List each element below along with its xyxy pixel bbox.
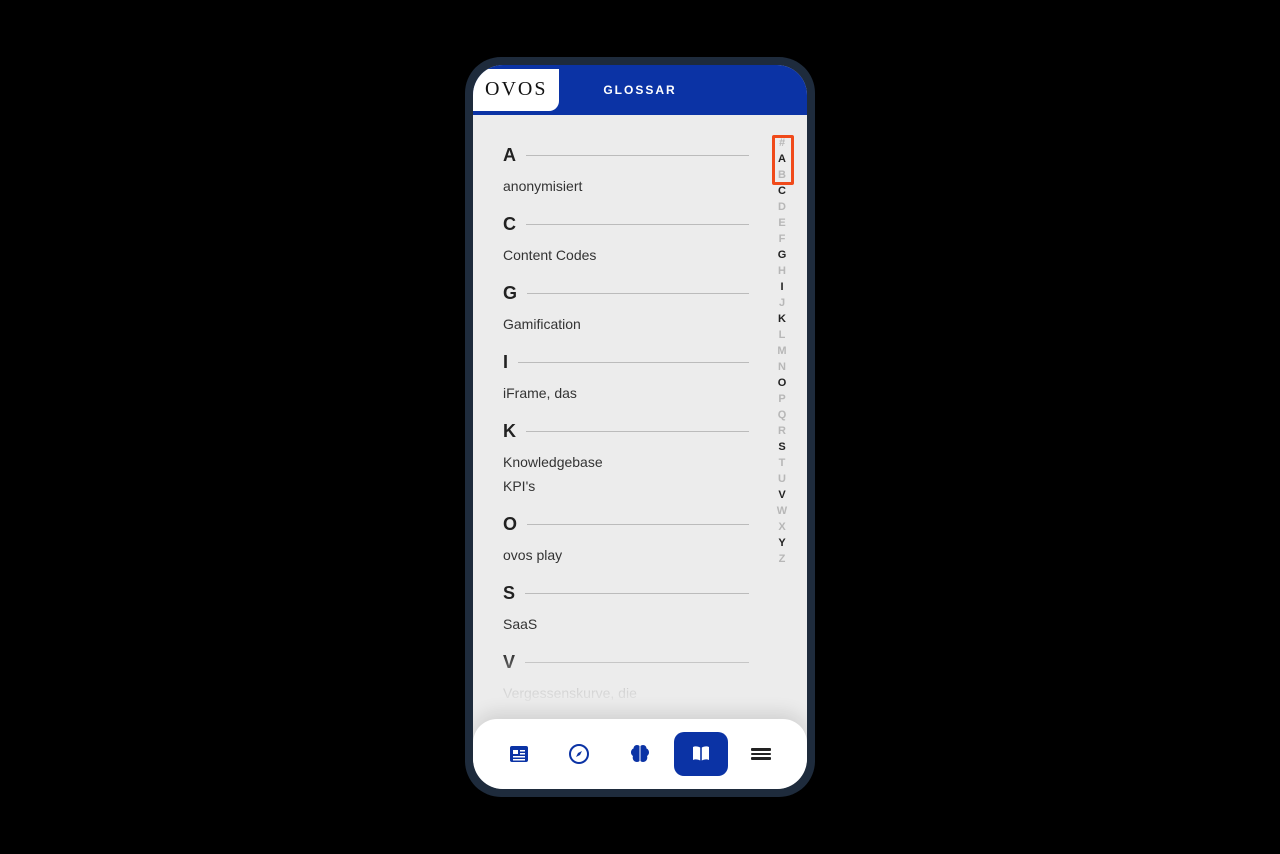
nav-book[interactable] [674, 732, 728, 776]
section-letter: I [503, 352, 508, 373]
bottom-nav [473, 719, 807, 789]
section-letter: A [503, 145, 516, 166]
alpha-Q[interactable]: Q [767, 407, 797, 423]
alpha-N[interactable]: N [767, 359, 797, 375]
alpha-#[interactable]: # [767, 135, 797, 151]
glossary-section: K KnowledgebaseKPI's [503, 421, 749, 498]
alpha-M[interactable]: M [767, 343, 797, 359]
glossary-entry[interactable]: Gamification [503, 312, 749, 336]
phone-frame: OVOS GLOSSAR AanonymisiertCContent Codes… [465, 57, 815, 797]
glossary-entry[interactable]: ovos play [503, 543, 749, 567]
alpha-H[interactable]: H [767, 263, 797, 279]
alpha-Z[interactable]: Z [767, 551, 797, 567]
alpha-A[interactable]: A [767, 151, 797, 167]
section-header: O [503, 514, 749, 535]
divider [526, 155, 749, 156]
glossary-entry[interactable]: Virus, der/das [503, 705, 749, 719]
app-header: OVOS GLOSSAR [473, 65, 807, 115]
alpha-G[interactable]: G [767, 247, 797, 263]
glossary-section: Aanonymisiert [503, 145, 749, 198]
alpha-D[interactable]: D [767, 199, 797, 215]
page-title: GLOSSAR [603, 83, 676, 97]
alpha-O[interactable]: O [767, 375, 797, 391]
alpha-W[interactable]: W [767, 503, 797, 519]
glossary-content: Aanonymisiert C Content Codes G Gamification… [473, 115, 807, 719]
menu-icon [751, 746, 771, 762]
alpha-R[interactable]: R [767, 423, 797, 439]
alpha-P[interactable]: P [767, 391, 797, 407]
section-header: S [503, 583, 749, 604]
glossary-entry[interactable]: Vergessenskurve, die [503, 681, 749, 705]
section-header: G [503, 283, 749, 304]
section-letter: O [503, 514, 517, 535]
glossary-section: G Gamification [503, 283, 749, 336]
alpha-X[interactable]: X [767, 519, 797, 535]
section-letter: V [503, 652, 515, 673]
glossary-section: C Content Codes [503, 214, 749, 267]
alpha-T[interactable]: T [767, 455, 797, 471]
app-logo: OVOS [473, 69, 559, 111]
alpha-Y[interactable]: Y [767, 535, 797, 551]
nav-menu[interactable] [734, 732, 788, 776]
alpha-S[interactable]: S [767, 439, 797, 455]
section-header: C [503, 214, 749, 235]
divider [525, 593, 749, 594]
section-header: A [503, 145, 749, 166]
alpha-C[interactable]: C [767, 183, 797, 199]
glossary-entry[interactable]: Knowledgebase [503, 450, 749, 474]
divider [525, 662, 749, 663]
section-letter: K [503, 421, 516, 442]
divider [527, 524, 749, 525]
section-header: K [503, 421, 749, 442]
section-letter: G [503, 283, 517, 304]
alpha-B[interactable]: B [767, 167, 797, 183]
nav-brain[interactable] [613, 732, 667, 776]
nav-news[interactable] [492, 732, 546, 776]
glossary-entry[interactable]: anonymisiert [503, 174, 749, 198]
glossary-scroll[interactable]: Aanonymisiert C Content Codes G Gamification… [473, 115, 759, 719]
alpha-E[interactable]: E [767, 215, 797, 231]
alpha-L[interactable]: L [767, 327, 797, 343]
alpha-V[interactable]: V [767, 487, 797, 503]
section-header: I [503, 352, 749, 373]
alpha-J[interactable]: J [767, 295, 797, 311]
glossary-section: Oovos play [503, 514, 749, 567]
nav-compass[interactable] [552, 732, 606, 776]
alpha-K[interactable]: K [767, 311, 797, 327]
divider [526, 224, 749, 225]
glossary-section: IiFrame, das [503, 352, 749, 405]
section-header: V [503, 652, 749, 673]
alpha-U[interactable]: U [767, 471, 797, 487]
divider [527, 293, 749, 294]
alphabet-index[interactable]: #ABCDEFGHIJKLMNOPQRSTUVWXYZ [767, 135, 797, 567]
section-letter: S [503, 583, 515, 604]
glossary-entry[interactable]: iFrame, das [503, 381, 749, 405]
section-letter: C [503, 214, 516, 235]
phone-screen: OVOS GLOSSAR AanonymisiertCContent Codes… [473, 65, 807, 789]
alpha-F[interactable]: F [767, 231, 797, 247]
glossary-section: S SaaS [503, 583, 749, 636]
glossary-entry[interactable]: Content Codes [503, 243, 749, 267]
divider [518, 362, 749, 363]
alpha-I[interactable]: I [767, 279, 797, 295]
glossary-entry[interactable]: KPI's [503, 474, 749, 498]
glossary-section: V Vergessenskurve, dieVirus, der/das [503, 652, 749, 719]
divider [526, 431, 749, 432]
glossary-entry[interactable]: SaaS [503, 612, 749, 636]
